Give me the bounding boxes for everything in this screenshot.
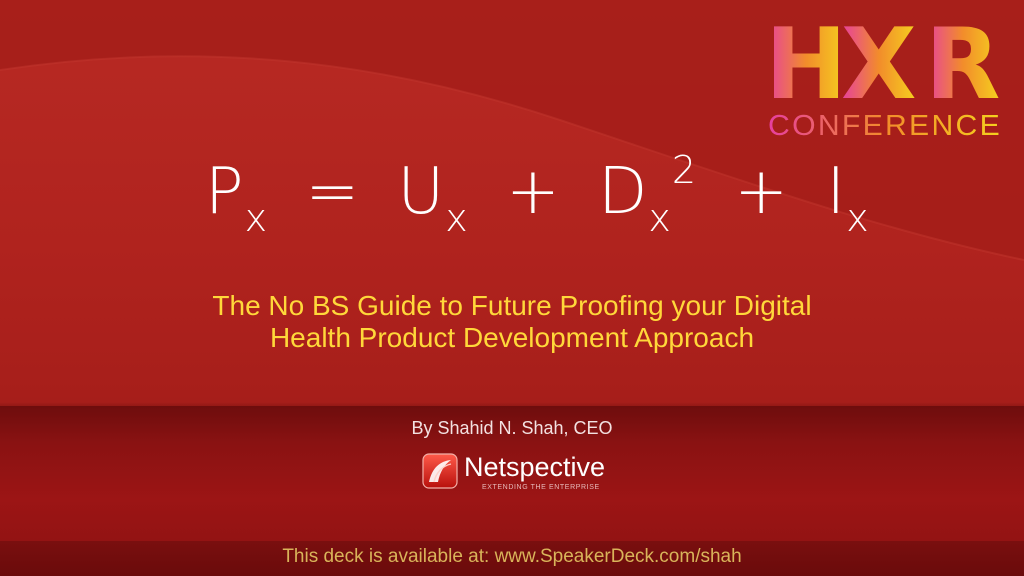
slide: H X R CONFERENCE Px = Ux + Dx2 + Ix The … — [0, 0, 1024, 576]
formula-equals: = — [305, 155, 361, 229]
conference-label: CONFERENCE — [768, 110, 1002, 141]
formula-plus-2: + — [734, 155, 789, 229]
hxr-letter-r: R — [925, 14, 1000, 104]
subtitle: The No BS Guide to Future Proofing your … — [140, 290, 884, 354]
formula-i: I — [826, 155, 847, 229]
formula-u: U — [397, 155, 446, 229]
formula: Px = Ux + Dx2 + Ix — [205, 151, 869, 260]
hxr-letter-x: X — [841, 14, 917, 104]
formula-p-sub: x — [244, 196, 269, 240]
hxr-letter-h: H — [765, 14, 847, 104]
company-name: Netspective — [464, 452, 606, 482]
formula-i-sub: x — [846, 196, 870, 240]
formula-d-sup: 2 — [671, 148, 698, 192]
byline: By Shahid N. Shah, CEO — [411, 418, 613, 438]
formula-plus-1: + — [506, 155, 561, 229]
formula-d-sub: x — [648, 196, 672, 240]
hxr-logo: H X R — [765, 14, 1000, 104]
subtitle-line-1: The No BS Guide to Future Proofing your … — [212, 290, 812, 321]
formula-u-sub: x — [445, 196, 469, 240]
deck-availability-text: This deck is available at: www.SpeakerDe… — [282, 546, 742, 567]
conference-text: CONFERENCE — [768, 110, 1002, 141]
company-tagline: EXTENDING THE ENTERPRISE — [482, 484, 600, 491]
formula-p: P — [205, 155, 245, 229]
subtitle-line-2: Health Product Development Approach — [269, 322, 755, 353]
formula-d: D — [598, 155, 649, 229]
